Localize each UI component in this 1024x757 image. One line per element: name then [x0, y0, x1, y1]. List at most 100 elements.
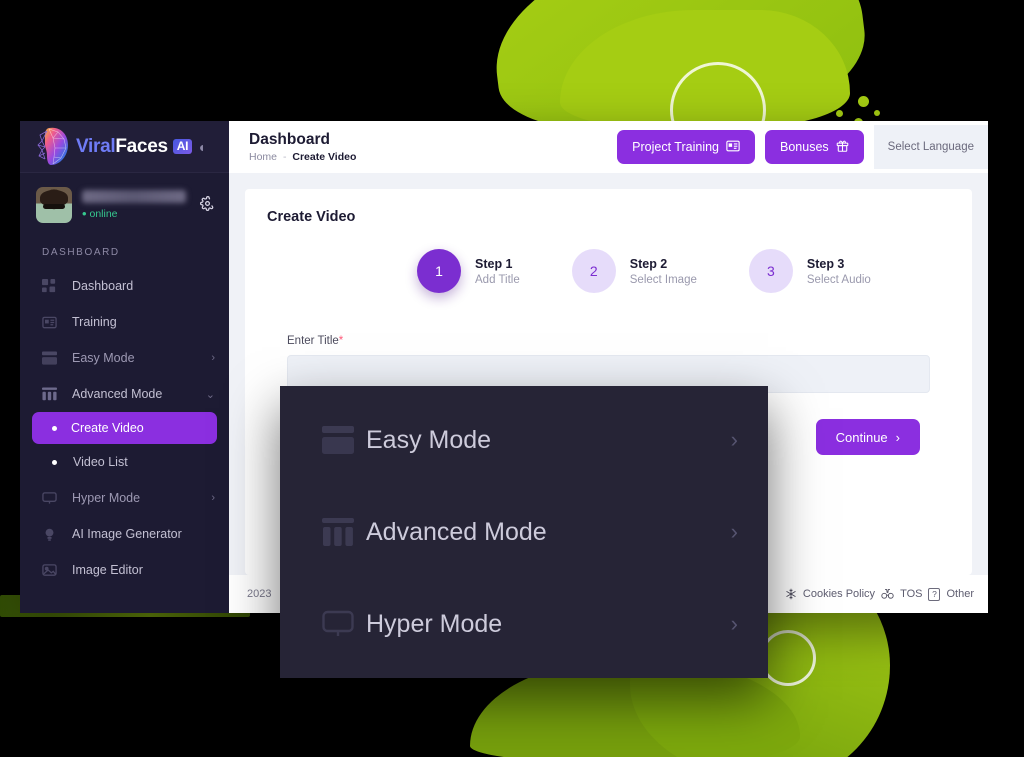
gift-icon: [836, 139, 849, 156]
enter-title-text: Enter Title: [287, 335, 339, 347]
overlay-item-label: Easy Mode: [366, 425, 492, 454]
sidebar-nav: Dashboard Training Easy Mode › Advanced …: [20, 268, 229, 613]
step-name: Step 3: [806, 256, 845, 271]
panel-icon: [322, 426, 366, 454]
card-title: Create Video: [267, 209, 356, 225]
gear-icon[interactable]: [200, 196, 215, 214]
step-sub: Select Image: [629, 273, 697, 286]
bonuses-button[interactable]: Bonuses: [765, 130, 864, 164]
status-dot-icon: •: [82, 206, 87, 222]
screenshot-stage: ViralFaces AI ◖ gourabborah • online: [0, 0, 1024, 757]
select-language-label: Select Language: [887, 141, 974, 153]
sidebar-item-advanced-mode[interactable]: Advanced Mode ⌄: [20, 376, 229, 412]
brand-wordmark: Viral Faces AI ◖: [76, 135, 206, 158]
step-number: 2: [571, 249, 616, 293]
username: gourabborah: [82, 190, 186, 203]
overlay-item-easy-mode[interactable]: Easy Mode ›: [322, 394, 738, 486]
step-name: Step 2: [629, 256, 668, 271]
sidebar-item-dashboard[interactable]: Dashboard: [20, 268, 229, 304]
footer-link-tos[interactable]: TOS: [881, 588, 922, 600]
user-profile[interactable]: gourabborah • online: [20, 173, 229, 241]
sidebar-collapse-icon[interactable]: ◖: [197, 140, 205, 154]
step-texts: Step 3 Select Audio: [807, 257, 871, 286]
sidebar-item-video-list[interactable]: Video List: [20, 444, 229, 480]
required-marker: *: [338, 335, 344, 347]
binoculars-icon: [881, 588, 894, 600]
sidebar-item-label: AI Image Generator: [72, 527, 182, 541]
sidebar-item-label: Create Video: [71, 421, 144, 435]
page-header: Dashboard Home - Create Video: [249, 131, 356, 163]
brand-name-part2: Faces: [115, 135, 168, 157]
page-title: Dashboard: [249, 130, 330, 148]
bullet-icon: [52, 459, 57, 465]
sidebar: ViralFaces AI ◖ gourabborah • online: [20, 121, 229, 613]
sidebar-item-hyper-mode[interactable]: Hyper Mode ›: [20, 480, 229, 516]
continue-button[interactable]: Continue ›: [815, 419, 920, 455]
sidebar-item-label: Dashboard: [72, 279, 134, 293]
breadcrumb-separator: -: [282, 151, 287, 164]
chevron-right-icon: ›: [730, 519, 738, 544]
select-language-button[interactable]: Select Language: [873, 125, 988, 169]
step-1[interactable]: 1 Step 1 Add Title: [417, 249, 520, 293]
sidebar-item-ai-image-generator[interactable]: AI Image Generator: [20, 516, 229, 552]
footer-year: 2023: [247, 588, 272, 600]
step-2[interactable]: 2 Step 2 Select Image: [571, 249, 697, 293]
overlay-item-label: Advanced Mode: [366, 517, 547, 546]
bulb-icon: [42, 527, 60, 542]
avatar: [36, 187, 72, 223]
step-texts: Step 1 Add Title: [475, 257, 520, 286]
sidebar-item-image-editor[interactable]: Image Editor: [20, 552, 229, 588]
sidebar-item-training[interactable]: Training: [20, 304, 229, 340]
sidebar-item-easy-mode[interactable]: Easy Mode ›: [20, 340, 229, 376]
topbar: Dashboard Home - Create Video Project Tr…: [229, 121, 988, 173]
image-icon: [42, 563, 60, 577]
mode-select-overlay: Easy Mode › Advanced Mode › Hyper Mode ›: [280, 386, 768, 678]
sidebar-item-create-video[interactable]: Create Video: [32, 412, 217, 444]
footer-link-label: Other: [946, 588, 974, 600]
breadcrumb: Home - Create Video: [249, 151, 356, 163]
status-badge: • online: [82, 206, 190, 222]
sidebar-item-label: Training: [72, 315, 117, 329]
panel-icon: [42, 351, 60, 365]
presentation-icon: [42, 315, 60, 330]
bullet-icon: [52, 425, 57, 431]
step-3[interactable]: 3 Step 3 Select Audio: [748, 249, 871, 293]
brand-logo[interactable]: Viral Faces AI ◖: [20, 121, 229, 173]
continue-label: Continue: [835, 429, 888, 445]
footer-link-label: TOS: [900, 588, 923, 600]
overlay-item-advanced-mode[interactable]: Advanced Mode ›: [322, 486, 738, 578]
project-training-button[interactable]: Project Training: [617, 130, 756, 164]
breadcrumb-current: Create Video: [292, 151, 357, 164]
question-icon: ?: [928, 587, 941, 601]
sidebar-item-label: Hyper Mode: [72, 491, 141, 505]
enter-title-label: Enter Title*: [287, 335, 950, 347]
chevron-right-icon: ›: [211, 492, 215, 504]
brand-ai-badge: AI: [172, 139, 193, 154]
monitor-icon: [322, 610, 366, 638]
footer-link-label: Cookies Policy: [802, 588, 876, 600]
step-sub: Select Audio: [806, 273, 871, 286]
columns-icon: [42, 387, 60, 401]
step-number: 1: [417, 249, 461, 293]
sidebar-item-label: Video List: [73, 455, 128, 469]
white-ring-bottom: [760, 630, 816, 686]
footer-link-other[interactable]: ? Other: [928, 587, 974, 601]
columns-icon: [322, 518, 366, 546]
chevron-right-icon: ›: [730, 427, 738, 452]
bonuses-label: Bonuses: [780, 140, 829, 154]
snowflake-icon: [785, 588, 797, 600]
overlay-item-hyper-mode[interactable]: Hyper Mode ›: [322, 578, 738, 670]
training-board-icon: [726, 139, 740, 156]
stepper: 1 Step 1 Add Title 2 Step 2 Select Image: [417, 249, 950, 293]
footer-link-cookies-policy[interactable]: Cookies Policy: [785, 588, 875, 600]
chevron-right-icon: ›: [730, 611, 738, 636]
overlay-item-label: Hyper Mode: [366, 609, 503, 638]
sidebar-item-label: Image Editor: [72, 563, 143, 577]
step-sub: Add Title: [475, 273, 520, 286]
sidebar-item-label: Advanced Mode: [72, 387, 163, 401]
grid-icon: [42, 278, 60, 294]
breadcrumb-home[interactable]: Home: [249, 151, 277, 163]
chevron-right-icon: ›: [895, 429, 900, 445]
viralfaces-face-mesh-icon: [37, 127, 68, 165]
sidebar-section-label: DASHBOARD: [42, 247, 120, 258]
